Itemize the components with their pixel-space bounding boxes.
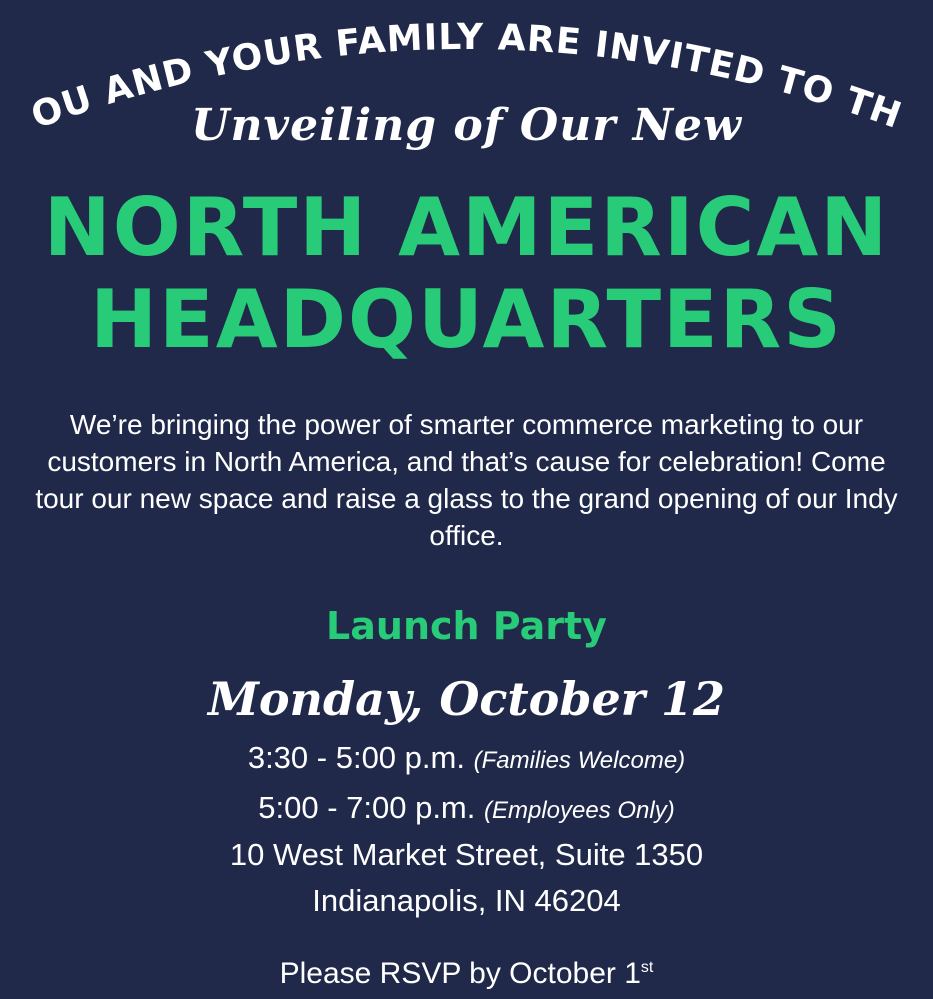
headline: NORTH AMERICAN HEADQUARTERS	[0, 182, 933, 366]
session-1: 3:30 - 5:00 p.m. (Families Welcome)	[0, 740, 933, 776]
address-line-1: 10 West Market Street, Suite 1350	[229, 837, 704, 872]
rsvp-suffix: st	[640, 959, 654, 976]
session-2: 5:00 - 7:00 p.m. (Employees Only)	[0, 790, 933, 826]
event-title: Launch Party	[326, 604, 607, 648]
headline-line-1: NORTH AMERICAN	[43, 181, 890, 274]
session-2-note: (Employees Only)	[484, 797, 675, 824]
rsvp-text: Please RSVP by October 1	[279, 957, 641, 990]
subtitle-script: Unveiling of Our New	[191, 100, 742, 151]
session-2-time: 5:00 - 7:00 p.m.	[258, 790, 476, 825]
intro-paragraph: We’re bringing the power of smarter comm…	[35, 409, 898, 551]
rsvp-line: Please RSVP by October 1st	[0, 957, 933, 991]
session-1-time: 3:30 - 5:00 p.m.	[247, 740, 465, 775]
headline-line-2: HEADQUARTERS	[90, 273, 843, 366]
session-1-note: (Families Welcome)	[473, 747, 686, 774]
event-date: Monday, October 12	[207, 672, 726, 726]
address-line-2: Indianapolis, IN 46204	[312, 883, 621, 918]
